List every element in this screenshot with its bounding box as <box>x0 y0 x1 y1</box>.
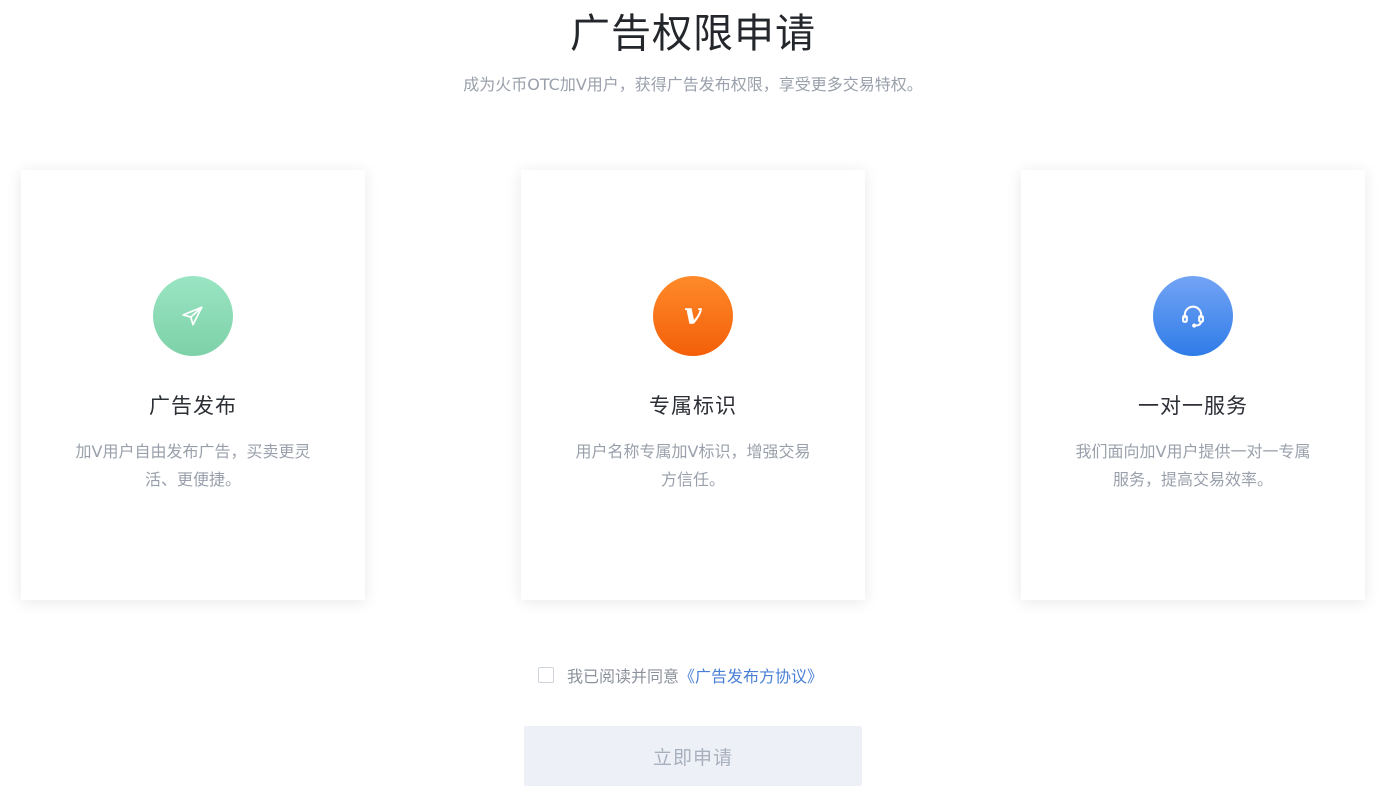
v-badge-icon: v <box>653 276 733 356</box>
card-description: 用户名称专属加V标识，增强交易方信任。 <box>575 442 811 489</box>
agreement-row: 我已阅读并同意 《广告发布方协议》 <box>538 662 823 688</box>
headset-icon <box>1153 276 1233 356</box>
page-title: 广告权限申请 <box>570 11 816 57</box>
card-description: 我们面向加V用户提供一对一专属服务，提高交易效率。 <box>1075 442 1311 489</box>
agreement-checkbox[interactable] <box>538 667 554 683</box>
ad-permission-page: 广告权限申请 成为火币OTC加V用户，获得广告发布权限，享受更多交易特权。 广告… <box>0 0 1399 804</box>
card-title: 专属标识 <box>649 394 737 418</box>
page-subtitle: 成为火币OTC加V用户，获得广告发布权限，享受更多交易特权。 <box>463 75 923 94</box>
apply-now-button[interactable]: 立即申请 <box>524 726 862 786</box>
card-description: 加V用户自由发布广告，买卖更灵活、更便捷。 <box>75 442 311 489</box>
feature-card-exclusive-badge: v 专属标识 用户名称专属加V标识，增强交易方信任。 <box>521 170 865 600</box>
v-badge-glyph: v <box>684 297 702 332</box>
card-title: 一对一服务 <box>1138 394 1248 418</box>
feature-card-ad-publish: 广告发布 加V用户自由发布广告，买卖更灵活、更便捷。 <box>21 170 365 600</box>
feature-card-one-on-one-service: 一对一服务 我们面向加V用户提供一对一专属服务，提高交易效率。 <box>1021 170 1365 600</box>
agreement-text: 我已阅读并同意 <box>567 667 680 686</box>
card-title: 广告发布 <box>149 394 237 418</box>
agreement-link[interactable]: 《广告发布方协议》 <box>679 663 823 687</box>
paper-plane-icon <box>153 276 233 356</box>
